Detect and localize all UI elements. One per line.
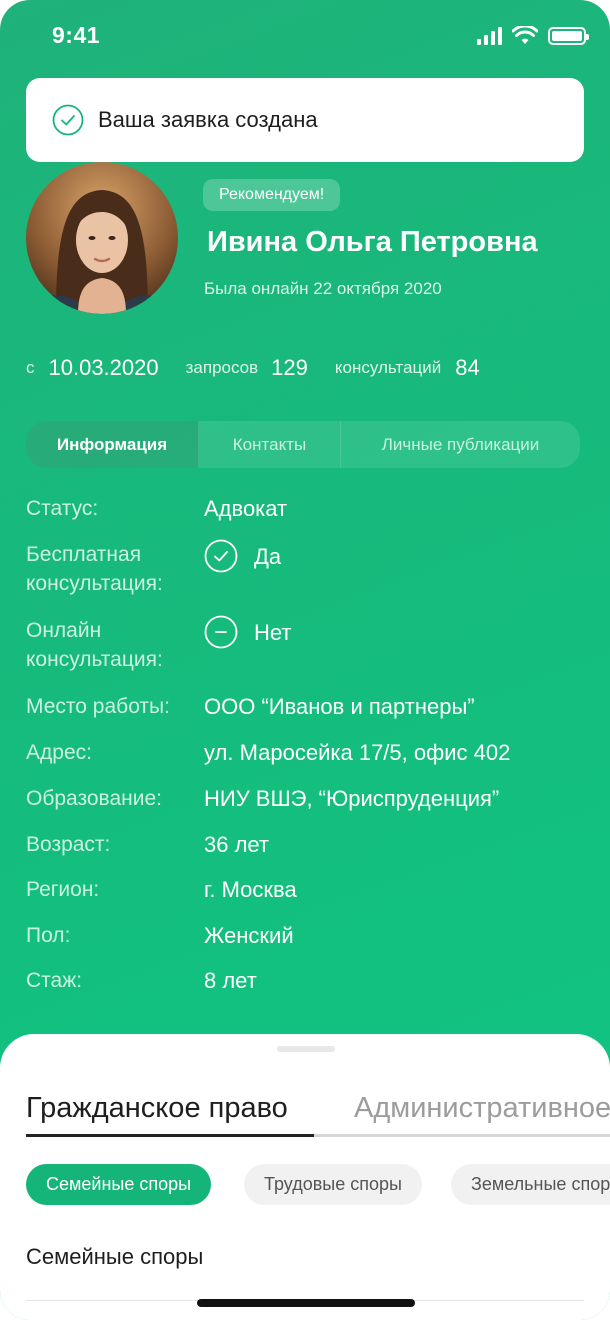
tab-publications[interactable]: Личные публикации [341,421,580,468]
check-circle-icon [52,104,84,136]
free-consultation-text: Да [254,543,282,569]
category-tab-civil-law[interactable]: Гражданское право [26,1092,288,1125]
cellular-signal-icon [477,26,502,45]
online-consultation-label: Онлайн консультация: [26,619,163,671]
status-time: 9:41 [52,22,101,48]
recommended-badge: Рекомендуем! [203,179,341,211]
category-tab-active-indicator [26,1134,314,1137]
experience-value: 8 лет [204,968,257,993]
since-value: 10.03.2020 [48,355,159,380]
status-value: Адвокат [204,496,288,521]
avatar[interactable] [26,162,178,314]
minus-circle-icon [204,615,238,649]
free-consultation-label: Бесплатная консультация: [26,543,163,595]
status-label: Статус: [26,497,99,520]
wifi-icon [512,26,538,44]
profile-tabs: Информация Контакты Личные публикации [26,421,580,468]
toast-message: Ваша заявка создана [98,107,318,132]
practice-areas-sheet[interactable]: Гражданское право Административное право… [0,1034,610,1320]
tab-contacts[interactable]: Контакты [199,421,341,468]
online-consultation-text: Нет [254,619,292,645]
workplace-value: ООО “Иванов и партнеры” [204,694,475,719]
since-label: с [26,358,35,377]
stats-row: с 10.03.2020 запросов 129 консультаций 8… [26,350,480,386]
check-circle-icon [204,539,238,573]
sheet-drag-handle[interactable] [277,1046,335,1052]
consultations-label: консультаций [334,358,442,377]
free-consultation-value: Да [204,539,281,573]
lawyer-profile-screen: 9:41 Ваша заявка создана Рекомендуем! Ив… [0,0,610,1320]
tab-information[interactable]: Информация [26,421,199,468]
region-label: Регион: [26,878,100,901]
status-bar: 9:41 [0,0,610,72]
address-value: ул. Маросейка 17/5, офис 402 [204,740,511,765]
chip-labor-disputes[interactable]: Трудовые споры [244,1164,422,1205]
lawyer-name: Ивина Ольга Петровна [207,226,538,258]
home-indicator [197,1299,415,1307]
workplace-label: Место работы: [26,695,170,718]
section-title: Семейные споры [26,1244,204,1269]
region-value: г. Москва [204,877,297,902]
age-label: Возраст: [26,833,111,856]
gender-label: Пол: [26,924,71,947]
success-toast[interactable]: Ваша заявка создана [26,78,584,162]
age-value: 36 лет [204,832,270,857]
requests-label: запросов [185,358,259,377]
education-value: НИУ ВШЭ, “Юриспруденция” [204,786,500,811]
category-tab-administrative-law[interactable]: Административное право [354,1092,610,1125]
chip-land-disputes[interactable]: Земельные споры [451,1164,610,1205]
gender-value: Женский [204,923,294,948]
last-online-text: Была онлайн 22 октября 2020 [204,279,442,298]
education-label: Образование: [26,787,162,810]
status-icons [477,26,589,45]
avatar-photo [26,162,178,314]
consultations-value: 84 [455,355,480,380]
chip-family-disputes[interactable]: Семейные споры [26,1164,212,1205]
online-consultation-value: Нет [204,615,291,649]
battery-icon [548,26,589,45]
requests-value: 129 [271,355,308,380]
experience-label: Стаж: [26,969,83,992]
address-label: Адрес: [26,741,92,764]
